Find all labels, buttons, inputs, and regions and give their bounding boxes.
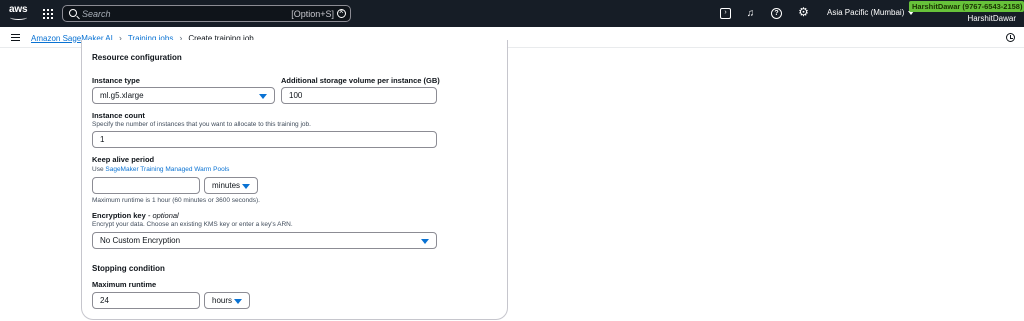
encryption-description: Encrypt your data. Choose an existing KM… (92, 221, 293, 228)
aws-logo[interactable]: aws (9, 4, 29, 22)
instance-count-input[interactable]: 1 (92, 131, 437, 148)
resource-configuration-panel: Resource configuration Instance type ml.… (81, 40, 508, 320)
encryption-label: Encryption key - optional (92, 211, 179, 220)
top-navigation: aws Search [Option+S] › ♫ ? ⚙ Asia Pacif… (0, 0, 1024, 27)
instance-type-label: Instance type (92, 76, 140, 85)
storage-label: Additional storage volume per instance (… (281, 76, 440, 85)
encryption-label-text: Encryption key (92, 211, 146, 220)
menu-icon[interactable] (11, 34, 20, 41)
dropdown-icon (259, 94, 267, 99)
keep-alive-label: Keep alive period (92, 155, 155, 164)
dropdown-icon (421, 239, 429, 244)
keep-alive-hint: Maximum runtime is 1 hour (60 minutes or… (92, 197, 260, 204)
clear-icon[interactable] (337, 7, 346, 18)
instance-count-label: Instance count (92, 111, 145, 120)
keep-alive-input[interactable] (92, 177, 200, 194)
search-placeholder: Search (82, 9, 111, 19)
section-title: Resource configuration (92, 53, 182, 62)
instance-count-description: Specify the number of instances that you… (92, 121, 311, 128)
keep-alive-unit-select[interactable]: minutes (204, 177, 258, 194)
keep-alive-prefix: Use (92, 166, 104, 173)
stopping-condition-title: Stopping condition (92, 264, 165, 273)
max-runtime-unit-select[interactable]: hours (204, 292, 250, 309)
clock-icon[interactable] (1006, 33, 1015, 42)
max-runtime-unit-value: hours (212, 296, 233, 305)
terminal-icon[interactable]: › (720, 8, 731, 19)
grid-icon[interactable] (43, 9, 53, 19)
gear-icon[interactable]: ⚙ (798, 6, 809, 18)
account-name[interactable]: HarshitDawar (968, 14, 1016, 23)
instance-type-value: ml.g5.xlarge (100, 91, 144, 100)
region-selector[interactable]: Asia Pacific (Mumbai) (827, 8, 915, 17)
search-input[interactable]: Search [Option+S] (62, 5, 351, 22)
max-runtime-label: Maximum runtime (92, 280, 157, 289)
warm-pools-link[interactable]: SageMaker Training Managed Warm Pools (105, 166, 229, 173)
optional-tag: - optional (147, 211, 179, 220)
help-icon[interactable]: ? (771, 8, 782, 19)
bell-icon[interactable]: ♫ (745, 8, 756, 19)
keep-alive-unit-value: minutes (212, 181, 241, 190)
instance-type-select[interactable]: ml.g5.xlarge (92, 87, 275, 104)
storage-input[interactable]: 100 (281, 87, 437, 104)
account-badge[interactable]: HarshitDawar (9767-6543-2158) (909, 1, 1024, 12)
search-icon (69, 9, 77, 17)
search-shortcut: [Option+S] (291, 9, 334, 19)
region-label: Asia Pacific (Mumbai) (827, 8, 905, 17)
keep-alive-description: Use SageMaker Training Managed Warm Pool… (92, 166, 229, 173)
logo-text: aws (9, 4, 28, 15)
encryption-select[interactable]: No Custom Encryption (92, 232, 437, 249)
max-runtime-input[interactable]: 24 (92, 292, 200, 309)
dropdown-icon (234, 299, 242, 304)
encryption-value: No Custom Encryption (100, 236, 181, 245)
dropdown-icon (242, 184, 250, 189)
